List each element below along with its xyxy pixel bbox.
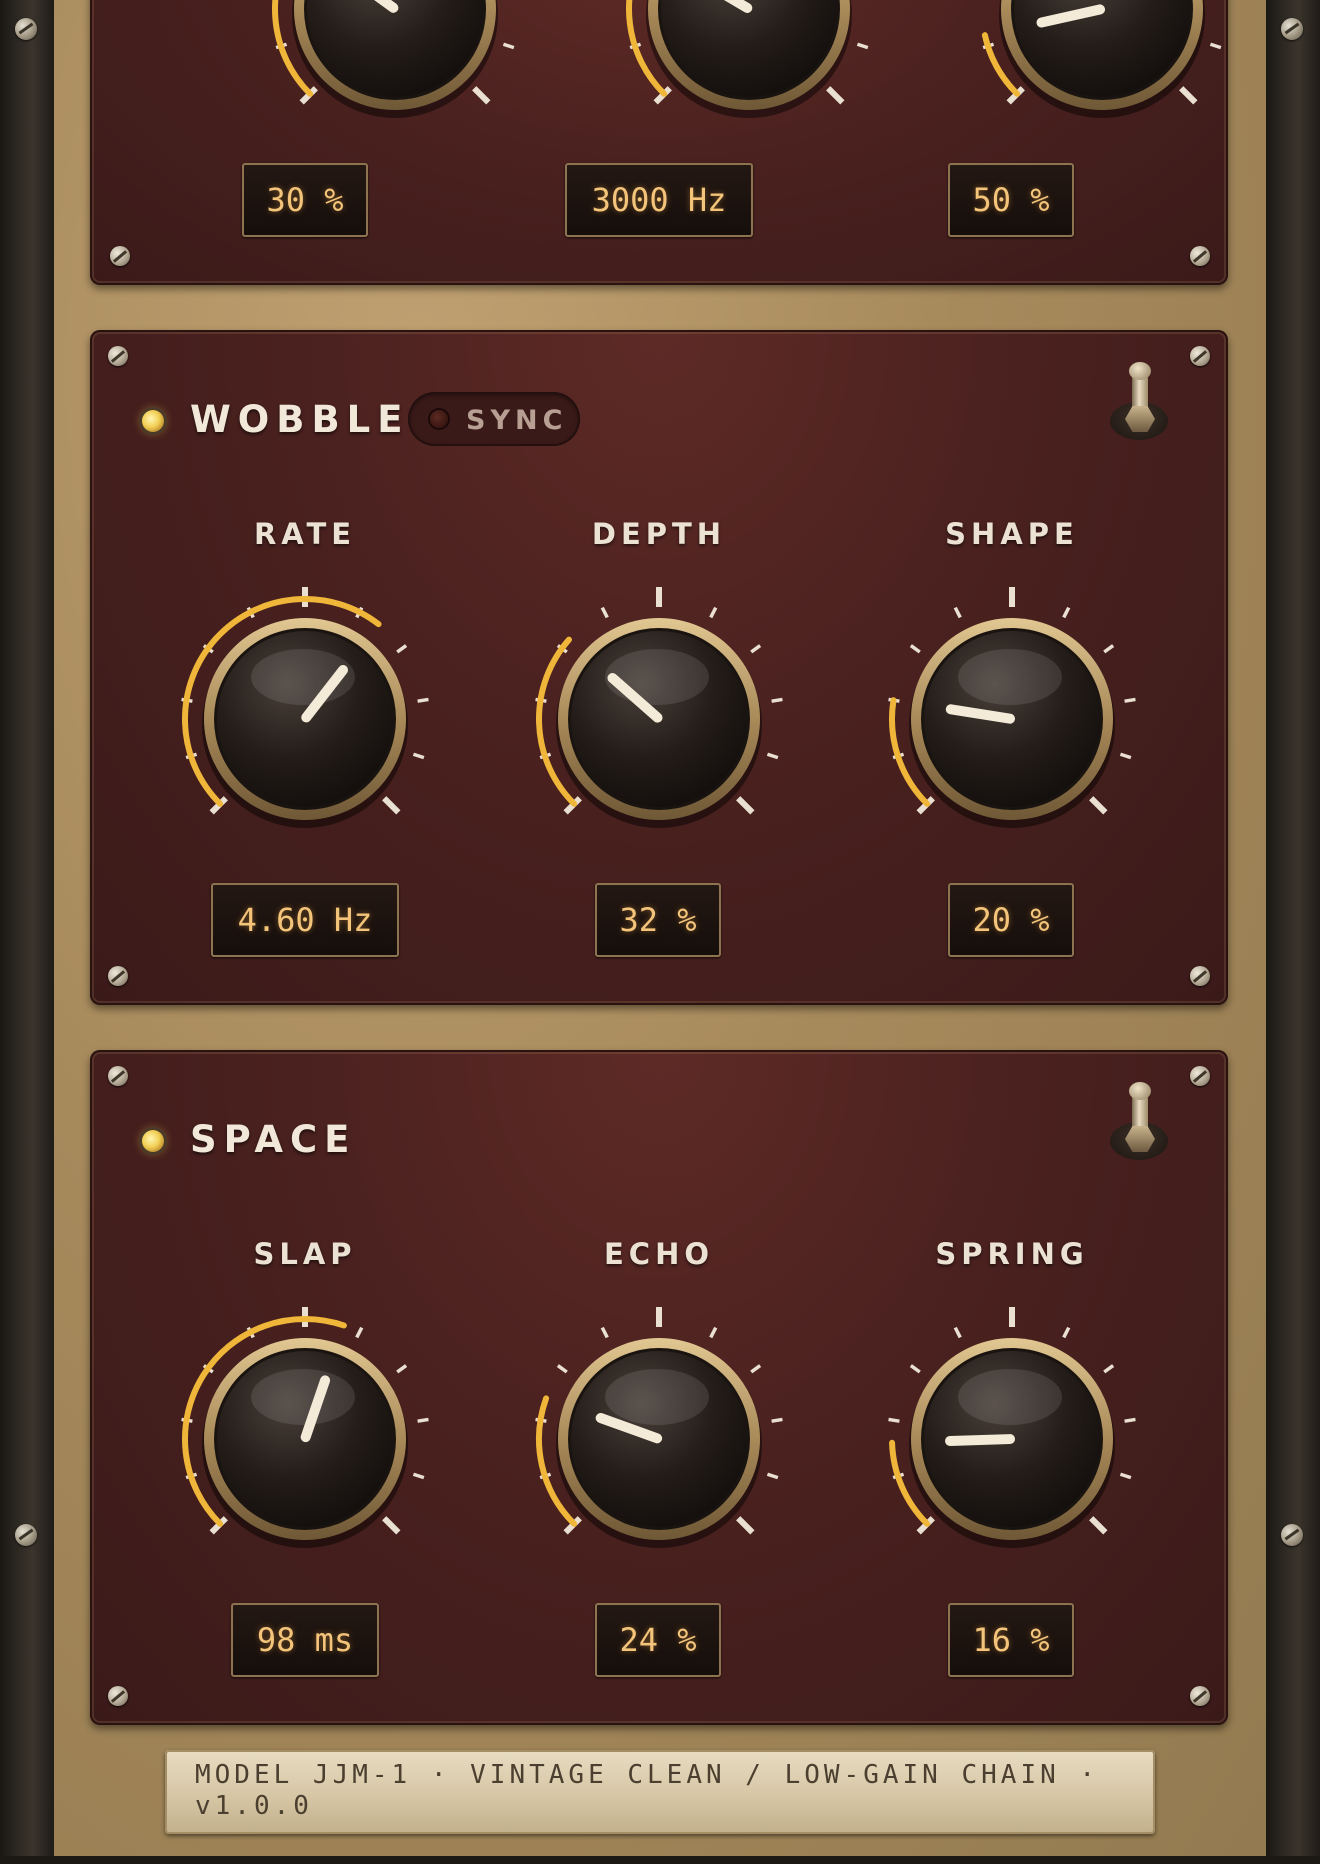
top-knob-3[interactable] (967, 0, 1237, 144)
knob-tick (736, 796, 755, 815)
knob-tick (396, 644, 408, 654)
knob-tick (1179, 86, 1198, 105)
top-knob-1[interactable] (260, 0, 530, 144)
space-title: SPACE (190, 1118, 357, 1161)
knob-tick (771, 697, 783, 703)
knob-tick (709, 1326, 718, 1339)
depth-knob[interactable] (524, 584, 794, 854)
rail-screw (15, 1524, 37, 1546)
knob-label-slap: SLAP (253, 1237, 357, 1271)
knob-tick (909, 644, 921, 654)
top-effect-panel: 30 % 3000 Hz 50 % (90, 0, 1228, 285)
slap-readout: 98 ms (231, 1603, 379, 1677)
space-power-led (142, 1130, 164, 1152)
knob-tick (1119, 752, 1132, 760)
wobble-power-led (142, 410, 164, 432)
panel-screw (1190, 966, 1210, 986)
panel-screw (108, 346, 128, 366)
knob-tick (417, 1417, 429, 1423)
knob-tick (355, 1326, 364, 1339)
spring-readout: 16 % (948, 1603, 1074, 1677)
knob-tick (556, 1364, 568, 1374)
knob-tick (750, 644, 762, 654)
left-rack-rail (0, 0, 56, 1864)
knob-tick (1103, 1364, 1115, 1374)
shape-knob[interactable] (877, 584, 1147, 854)
spring-knob[interactable] (877, 1304, 1147, 1574)
knob-tick (771, 1417, 783, 1423)
panel-screw (108, 1066, 128, 1086)
knob-label-spring: SPRING (935, 1237, 1089, 1271)
knob-tick (709, 606, 718, 619)
bottom-edge (0, 1856, 1320, 1864)
knob-tick (826, 86, 845, 105)
knob-tick (888, 1417, 900, 1423)
top-readout-2: 3000 Hz (565, 163, 753, 237)
rate-knob[interactable] (170, 584, 440, 854)
knob-tick (1062, 1326, 1071, 1339)
echo-knob[interactable] (524, 1304, 794, 1574)
knob-tick (1119, 1472, 1132, 1480)
knob-tick (750, 1364, 762, 1374)
rail-screw (15, 18, 37, 40)
knob-tick (1089, 796, 1108, 815)
sync-label: SYNC (466, 405, 568, 436)
knob-tick (396, 1364, 408, 1374)
model-nameplate-text: MODEL JJM-1 · VINTAGE CLEAN / LOW-GAIN C… (195, 1760, 1100, 1821)
knob-tick (600, 606, 609, 619)
slap-knob[interactable] (170, 1304, 440, 1574)
panel-screw (1190, 346, 1210, 366)
panel-screw (1190, 1066, 1210, 1086)
top-readout-3: 50 % (948, 163, 1074, 237)
panel-screw (1190, 1686, 1210, 1706)
knob-tick (856, 42, 869, 50)
knob-tick (953, 606, 962, 619)
knob-tick (1209, 42, 1222, 50)
knob-tick (1062, 606, 1071, 619)
panel-screw (110, 246, 130, 266)
knob-tick (600, 1326, 609, 1339)
knob-tick (766, 752, 779, 760)
wobble-panel: WOBBLE SYNC RATE DEPTH SHAPE 4.60 Hz 32 … (90, 330, 1228, 1005)
sync-button[interactable]: SYNC (408, 392, 580, 446)
wobble-bypass-toggle[interactable] (1110, 362, 1170, 442)
knob-tick (953, 1326, 962, 1339)
knob-label-rate: RATE (253, 517, 357, 551)
rate-readout: 4.60 Hz (211, 883, 399, 957)
knob-tick (1103, 644, 1115, 654)
sync-led (430, 410, 448, 428)
top-knob-2[interactable] (614, 0, 884, 144)
knob-pointer (945, 1434, 1016, 1446)
panel-screw (1190, 246, 1210, 266)
knob-label-depth: DEPTH (591, 517, 727, 551)
knob-tick (909, 1364, 921, 1374)
shape-readout: 20 % (948, 883, 1074, 957)
knob-tick (766, 1472, 779, 1480)
knob-tick (502, 42, 515, 50)
knob-tick (382, 796, 401, 815)
wobble-title: WOBBLE (190, 398, 410, 441)
rail-screw (1281, 1524, 1303, 1546)
knob-tick (1089, 1516, 1108, 1535)
knob-label-echo: ECHO (603, 1237, 715, 1271)
knob-tick (736, 1516, 755, 1535)
knob-label-shape: SHAPE (945, 517, 1079, 551)
right-rack-rail (1264, 0, 1320, 1864)
rail-screw (1281, 18, 1303, 40)
depth-readout: 32 % (595, 883, 721, 957)
knob-tick (417, 697, 429, 703)
knob-tick (412, 1472, 425, 1480)
knob-tick (472, 86, 491, 105)
knob-tick (1124, 1417, 1136, 1423)
space-panel: SPACE SLAP ECHO SPRING 98 ms 24 % 16 % (90, 1050, 1228, 1725)
knob-tick (412, 752, 425, 760)
knob-tick (1124, 697, 1136, 703)
panel-screw (108, 966, 128, 986)
model-nameplate: MODEL JJM-1 · VINTAGE CLEAN / LOW-GAIN C… (165, 1750, 1155, 1834)
panel-screw (108, 1686, 128, 1706)
space-bypass-toggle[interactable] (1110, 1082, 1170, 1162)
top-readout-1: 30 % (242, 163, 368, 237)
knob-tick (382, 1516, 401, 1535)
echo-readout: 24 % (595, 1603, 721, 1677)
